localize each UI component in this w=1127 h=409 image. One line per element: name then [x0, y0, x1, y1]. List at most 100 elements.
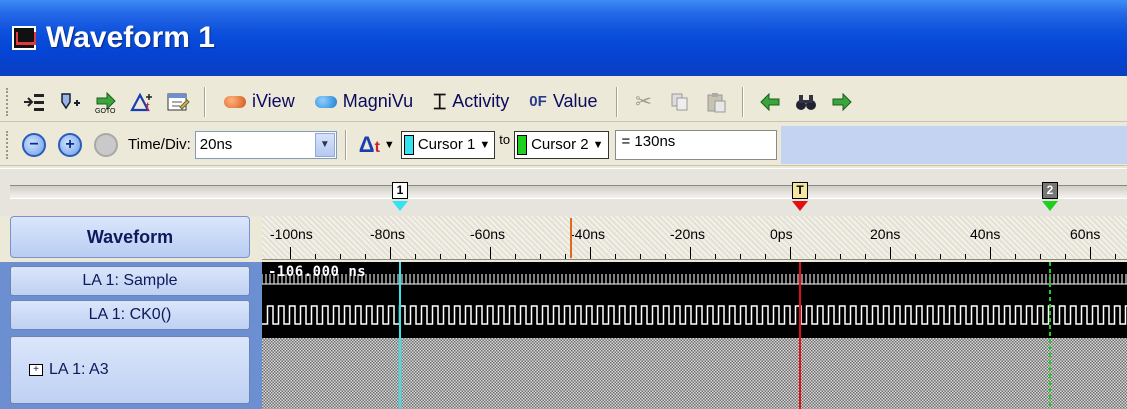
cursor-1-flag[interactable]: 1	[392, 182, 408, 199]
iview-label: iView	[252, 91, 295, 111]
time-tick-minor	[615, 254, 616, 259]
time-tick-major	[690, 247, 691, 259]
cursor-b-swatch	[517, 134, 528, 155]
timediv-label: Time/Div:	[128, 136, 191, 153]
time-tick-minor	[865, 254, 866, 259]
cursor-1-marker[interactable]	[392, 201, 408, 211]
time-tick-minor	[1115, 254, 1116, 259]
time-tick-minor	[965, 254, 966, 259]
toolbar-grip[interactable]	[6, 87, 12, 116]
timediv-select[interactable]: 20ns ▼	[194, 130, 337, 159]
delta-t-icon[interactable]: Δt	[359, 132, 380, 158]
time-tick-major	[490, 247, 491, 259]
cursor-a-select[interactable]: Cursor 1 ▼	[400, 130, 496, 159]
cut-icon[interactable]: ✂	[628, 86, 660, 118]
expand-icon[interactable]: +	[29, 364, 43, 376]
signal-name-label: LA 1: Sample	[82, 272, 178, 289]
trigger-flag[interactable]: T	[792, 182, 808, 199]
time-tick-minor	[1065, 254, 1066, 259]
signal-name-sample[interactable]: LA 1: Sample	[10, 266, 250, 296]
time-tick-label: 60ns	[1070, 226, 1101, 242]
signal-name-label: LA 1: A3	[49, 361, 109, 378]
cursor-b-select[interactable]: Cursor 2 ▼	[514, 130, 609, 159]
add-waveform-icon[interactable]	[18, 86, 50, 118]
cursor-a-value: Cursor 1	[417, 136, 476, 153]
time-tick-minor	[540, 254, 541, 259]
time-tick-minor	[415, 254, 416, 259]
iview-button[interactable]: iView	[224, 91, 295, 112]
time-tick-minor	[315, 254, 316, 259]
toolbar-grip[interactable]	[6, 130, 12, 159]
time-tick-minor	[1015, 254, 1016, 259]
add-delta-time-icon[interactable]: t	[126, 86, 158, 118]
goto-icon[interactable]: GOTO	[90, 86, 122, 118]
chevron-down-icon: ▼	[592, 138, 604, 151]
window-title: Waveform 1	[46, 21, 215, 54]
time-tick-major	[890, 247, 891, 259]
chevron-down-icon: ▼	[479, 138, 491, 151]
toolbar-separator	[204, 86, 206, 117]
value-label: Value	[552, 91, 598, 111]
toolbar-separator	[615, 86, 618, 117]
time-tick-major	[990, 247, 991, 259]
clock-trace	[262, 305, 1127, 325]
magnivu-icon	[314, 95, 337, 108]
time-tick-label: -40ns	[570, 226, 606, 242]
signal-name-ck0[interactable]: LA 1: CK0()	[10, 300, 250, 330]
activity-label: Activity	[452, 91, 510, 111]
time-tick-label: -60ns	[470, 226, 506, 242]
toolbar-empty-area	[780, 125, 1127, 164]
signal-name-label: LA 1: CK0()	[88, 306, 172, 323]
paste-icon[interactable]	[700, 86, 732, 118]
svg-text:GOTO: GOTO	[95, 108, 116, 114]
time-tick-major	[590, 247, 591, 259]
delta-dropdown-icon[interactable]: ▼	[384, 139, 395, 151]
properties-icon[interactable]	[162, 86, 194, 118]
time-tick-minor	[340, 254, 341, 259]
main-toolbar: GOTO t iView MagniVu ⌶ Activity 0F Value…	[0, 82, 1127, 122]
magnivu-label: MagniVu	[342, 91, 414, 111]
time-tick-minor	[465, 254, 466, 259]
magnivu-button[interactable]: MagniVu	[314, 91, 414, 112]
activity-icon: ⌶	[433, 88, 447, 114]
search-back-icon[interactable]	[754, 86, 786, 118]
waveform-display[interactable]: -106.000 ns	[262, 262, 1127, 409]
cursor-track	[10, 185, 1127, 199]
time-tick-minor	[1040, 254, 1041, 259]
cursor-ruler[interactable]: 1 T 2	[0, 168, 1127, 216]
time-tick-minor	[940, 254, 941, 259]
cursor-2-line	[1049, 262, 1051, 409]
time-tick-label: 40ns	[970, 226, 1001, 242]
activity-button[interactable]: ⌶ Activity	[433, 89, 509, 115]
time-tick-major	[290, 247, 291, 259]
window-title-bar[interactable]: Waveform 1	[0, 0, 1127, 76]
time-axis[interactable]: -100ns -80ns -60ns -40ns -20ns 0ps 20ns 40ns 60n…	[262, 216, 1127, 260]
timediv-value: 20ns	[199, 136, 233, 153]
copy-icon[interactable]	[664, 86, 696, 118]
trigger-marker[interactable]	[792, 201, 808, 211]
time-tick-label: 0ps	[770, 226, 793, 242]
time-tick-major	[390, 247, 391, 259]
time-tick-major	[1090, 247, 1091, 259]
bus-waveform-a3	[262, 338, 1127, 409]
time-tick-label: -20ns	[670, 226, 706, 242]
cursor-a-swatch	[403, 134, 414, 155]
signal-name-a3[interactable]: + LA 1: A3	[10, 336, 250, 404]
time-tick-minor	[365, 254, 366, 259]
chevron-down-icon[interactable]: ▼	[314, 132, 335, 157]
zoom-disabled-icon[interactable]	[94, 132, 118, 157]
search-binoculars-icon[interactable]	[790, 86, 822, 118]
cursor-b-value: Cursor 2	[531, 136, 589, 153]
time-tick-minor	[840, 254, 841, 259]
value-button[interactable]: 0F Value	[529, 91, 597, 112]
sample-time-readout: -106.000 ns	[268, 264, 367, 280]
waveform-column-header[interactable]: Waveform	[10, 216, 250, 258]
search-forward-icon[interactable]	[826, 86, 858, 118]
svg-text:t: t	[146, 99, 150, 113]
add-probe-icon[interactable]	[54, 86, 86, 118]
value-icon: 0F	[529, 93, 547, 110]
cursor-2-flag[interactable]: 2	[1042, 182, 1058, 199]
zoom-in-icon[interactable]: +	[58, 132, 82, 157]
cursor-2-marker[interactable]	[1042, 201, 1058, 211]
zoom-out-icon[interactable]: −	[22, 132, 46, 157]
